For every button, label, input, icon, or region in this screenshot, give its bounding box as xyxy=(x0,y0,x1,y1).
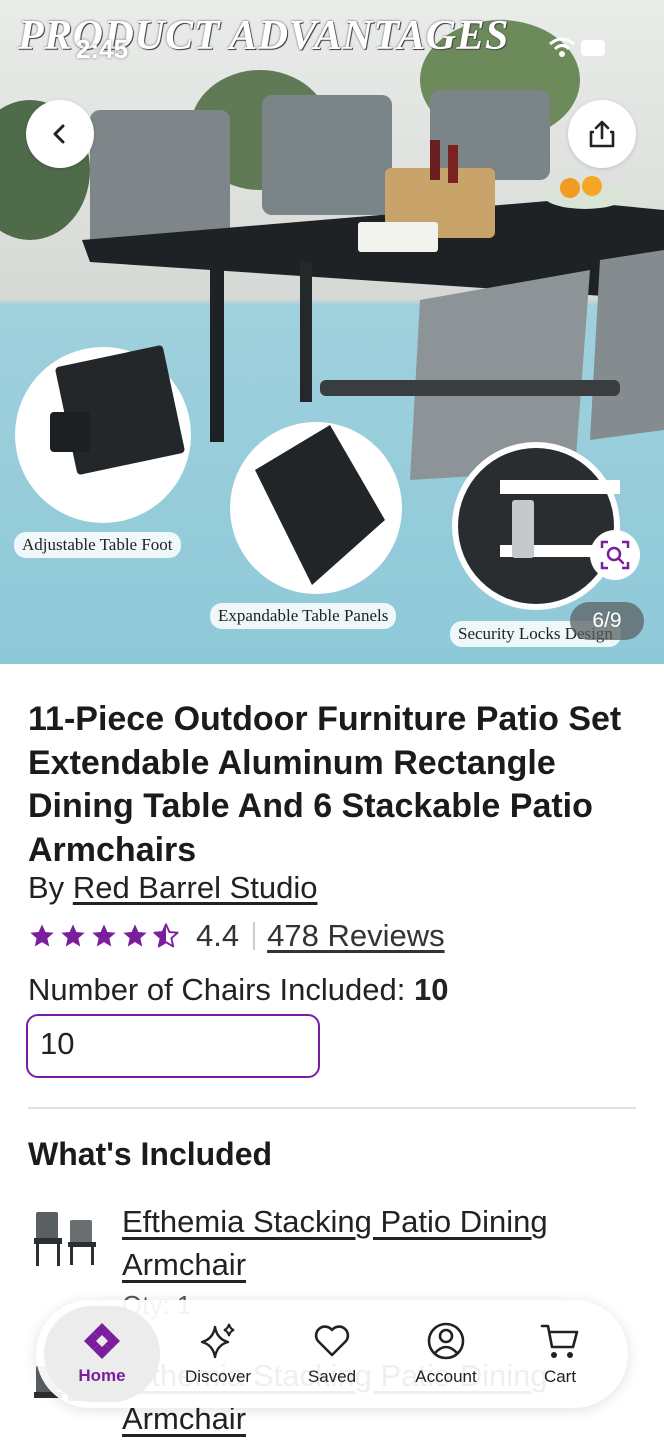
nav-account-label: Account xyxy=(415,1367,477,1386)
reviews-link[interactable]: 478 Reviews xyxy=(267,918,444,954)
chairs-option-selected: 10 xyxy=(40,1026,75,1061)
feature-label-table-panels: Expandable Table Panels xyxy=(210,603,397,629)
armchair-thumbnail xyxy=(34,1212,96,1266)
option-current-value: 10 xyxy=(413,972,449,1007)
wifi-icon xyxy=(549,37,575,57)
nav-saved-label: Saved xyxy=(307,1367,357,1386)
status-icons xyxy=(548,36,608,65)
product-title: 11-Piece Outdoor Furniture Patio Set Ext… xyxy=(28,700,622,869)
sparkle-icon xyxy=(200,1323,235,1359)
brand-line: By Red Barrel Studio xyxy=(28,870,318,906)
star-full-icon xyxy=(92,924,116,947)
star-rating xyxy=(28,922,180,950)
heart-icon xyxy=(314,1325,350,1357)
status-time: 2:45 xyxy=(76,34,129,64)
included-item-link[interactable]: Efthemia Stacking Patio Dining Armchair xyxy=(122,1200,552,1286)
back-button[interactable] xyxy=(26,100,94,168)
rating-row: 4.4 478 Reviews xyxy=(28,916,445,956)
whats-included-title: What's Included xyxy=(28,1136,273,1172)
star-full-icon xyxy=(61,924,85,947)
rating-value: 4.4 xyxy=(196,918,240,953)
rating-separator xyxy=(253,922,256,950)
nav-saved[interactable]: Saved xyxy=(274,1300,390,1408)
zoom-icon xyxy=(600,540,630,570)
nav-home[interactable]: Home xyxy=(44,1306,160,1402)
cart-icon xyxy=(540,1324,579,1358)
feature-label-table-foot: Adjustable Table Foot xyxy=(14,532,181,558)
chairs-option-select[interactable]: 10 xyxy=(26,1014,320,1078)
share-button[interactable] xyxy=(568,100,636,168)
bottom-nav: Home Discover Saved Account Cart xyxy=(36,1300,628,1408)
image-counter: 6/9 xyxy=(570,602,644,640)
nav-cart-label: Cart xyxy=(543,1367,577,1386)
nav-home-label: Home xyxy=(78,1366,126,1385)
home-icon xyxy=(84,1323,120,1359)
nav-discover-label: Discover xyxy=(184,1367,252,1386)
brand-link[interactable]: Red Barrel Studio xyxy=(73,870,318,905)
nav-discover[interactable]: Discover xyxy=(160,1300,276,1408)
star-full-icon xyxy=(30,924,54,947)
star-half-icon xyxy=(153,923,179,948)
chevron-left-icon xyxy=(53,124,65,144)
account-icon xyxy=(427,1322,465,1360)
section-divider xyxy=(28,1107,636,1109)
product-image-gallery[interactable]: PRODUCT ADVANTAGES 2:45 Adjustable Table… xyxy=(0,0,664,664)
brand-prefix: By xyxy=(28,870,65,905)
option-label: Number of Chairs Included: 10 xyxy=(28,972,448,1008)
zoom-button[interactable] xyxy=(590,530,640,580)
patio-set-photo xyxy=(0,20,664,610)
battery-icon xyxy=(581,40,605,56)
nav-account[interactable]: Account xyxy=(388,1300,504,1408)
share-icon xyxy=(589,120,615,148)
star-full-icon xyxy=(123,924,147,947)
option-label-text: Number of Chairs Included: xyxy=(28,972,406,1007)
nav-cart[interactable]: Cart xyxy=(502,1300,618,1408)
